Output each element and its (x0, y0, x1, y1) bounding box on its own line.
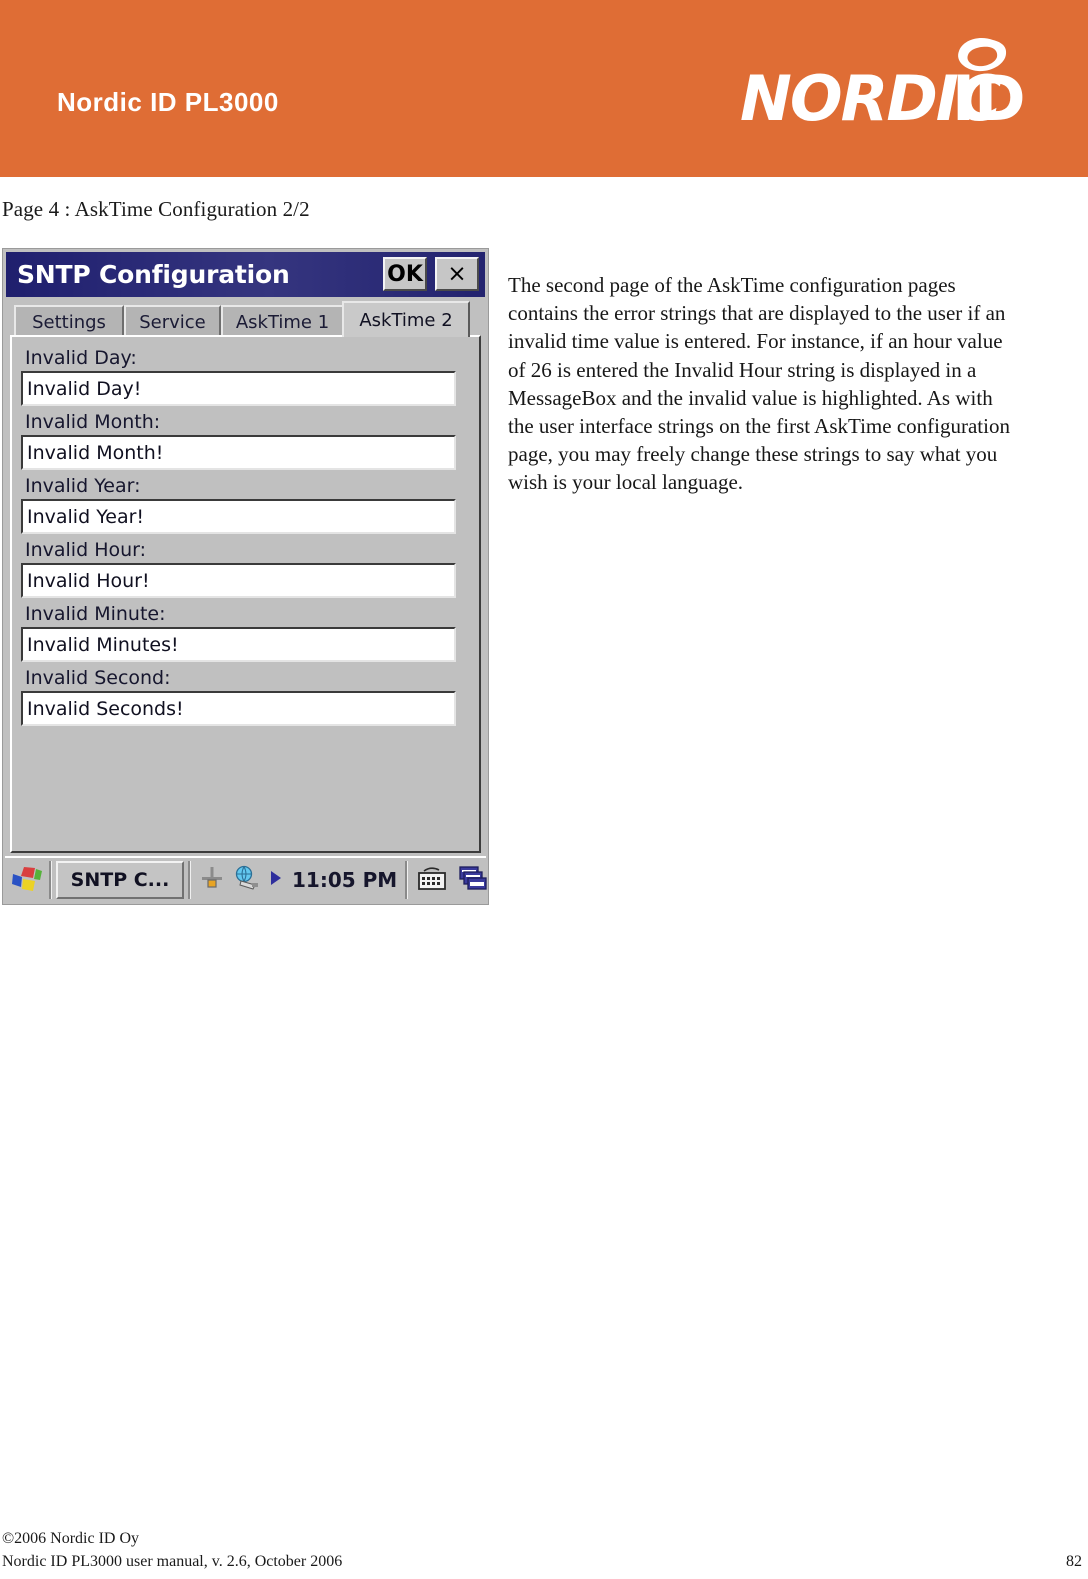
dialog-client-area: Invalid Day: Invalid Day! Invalid Month:… (10, 335, 481, 853)
footer-manual-text: Nordic ID PL3000 user manual, v. 2.6, Oc… (2, 1553, 343, 1570)
header-product-title: Nordic ID PL3000 (57, 87, 279, 117)
tab-service[interactable]: Service (124, 305, 221, 337)
invalid-month-label: Invalid Month: (25, 411, 161, 433)
close-icon[interactable]: × (435, 257, 479, 291)
page-footer: ©2006 Nordic ID Oy Nordic ID PL3000 user… (2, 1527, 1086, 1573)
invalid-second-input[interactable]: Invalid Seconds! (21, 691, 456, 726)
footer-page-number: 82 (1066, 1553, 1082, 1570)
field-group-invalid-minute: Invalid Minute: Invalid Minutes! (21, 601, 470, 662)
field-group-invalid-hour: Invalid Hour: Invalid Hour! (21, 537, 470, 598)
tab-asktime-2[interactable]: AskTime 2 (342, 301, 470, 337)
play-triangle-icon[interactable] (269, 869, 283, 891)
device-screenshot-image: SNTP Configuration OK × Settings Service… (2, 248, 489, 905)
invalid-hour-label: Invalid Hour: (25, 539, 147, 561)
taskbar-window-button[interactable]: SNTP C... (56, 861, 184, 899)
invalid-month-input[interactable]: Invalid Month! (21, 435, 456, 470)
nordic-id-logo: NORDIC ID (740, 32, 1030, 137)
dialog-title: SNTP Configuration (17, 260, 290, 289)
network-globe-icon[interactable] (232, 865, 262, 895)
windows-start-icon[interactable] (5, 859, 49, 901)
cascade-windows-icon[interactable] (458, 864, 488, 896)
dialog-titlebar: SNTP Configuration OK × (6, 252, 485, 297)
tab-strip: Settings Service AskTime 1 AskTime 2 (6, 301, 485, 337)
header-banner: Nordic ID PL3000 NORDIC ID (0, 0, 1088, 177)
field-group-invalid-second: Invalid Second: Invalid Seconds! (21, 665, 470, 726)
device-taskbar: SNTP C... 11:05 PM (5, 856, 488, 902)
invalid-year-label: Invalid Year: (25, 475, 141, 497)
keyboard-icon[interactable] (416, 864, 448, 896)
field-group-invalid-year: Invalid Year: Invalid Year! (21, 473, 470, 534)
tab-settings[interactable]: Settings (14, 305, 124, 337)
invalid-day-label: Invalid Day: (25, 347, 137, 369)
tab-asktime-1[interactable]: AskTime 1 (221, 305, 344, 337)
body-paragraph: The second page of the AskTime configura… (508, 273, 1010, 495)
invalid-second-label: Invalid Second: (25, 667, 171, 689)
system-tray: 11:05 PM (191, 865, 405, 895)
taskbar-divider-1 (49, 861, 52, 899)
ok-button[interactable]: OK (383, 257, 427, 291)
invalid-day-input[interactable]: Invalid Day! (21, 371, 456, 406)
footer-copyright: ©2006 Nordic ID Oy (2, 1530, 140, 1547)
field-group-invalid-day: Invalid Day: Invalid Day! (21, 345, 470, 406)
invalid-year-input[interactable]: Invalid Year! (21, 499, 456, 534)
invalid-hour-input[interactable]: Invalid Hour! (21, 563, 456, 598)
field-group-invalid-month: Invalid Month: Invalid Month! (21, 409, 470, 470)
taskbar-extra-icons (408, 864, 488, 896)
taskbar-clock[interactable]: 11:05 PM (292, 868, 397, 892)
footer-manual-line-row: Nordic ID PL3000 user manual, v. 2.6, Oc… (2, 1550, 1082, 1573)
page-heading: Page 4 : AskTime Configuration 2/2 (2, 197, 310, 221)
invalid-minute-label: Invalid Minute: (25, 603, 166, 625)
invalid-minute-input[interactable]: Invalid Minutes! (21, 627, 456, 662)
network-antenna-icon[interactable] (199, 865, 225, 895)
svg-text:ID: ID (952, 62, 1025, 135)
